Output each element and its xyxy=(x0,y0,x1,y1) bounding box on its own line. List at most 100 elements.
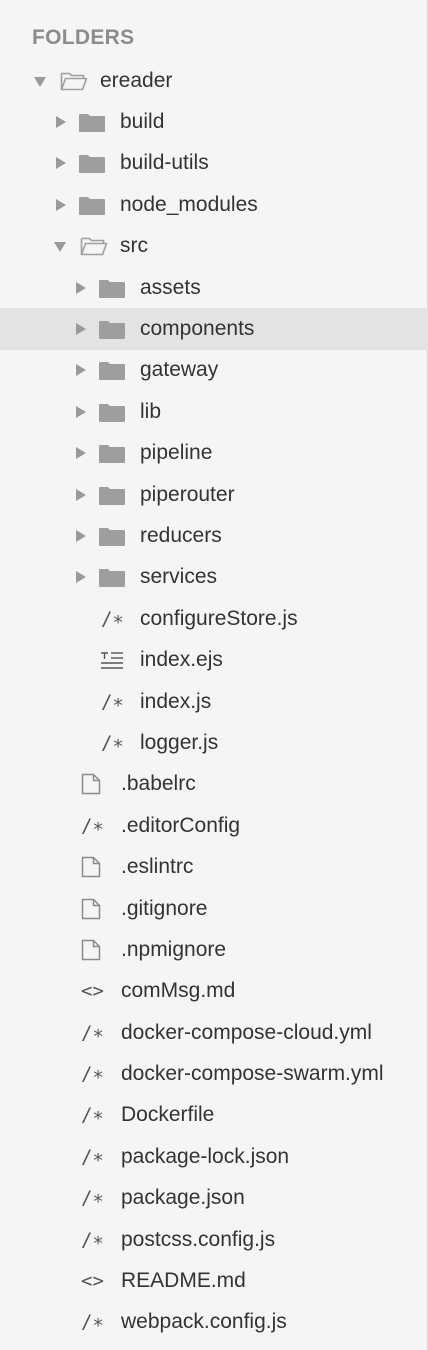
folder-label: piperouter xyxy=(140,482,235,506)
code-comment-icon: /∗ xyxy=(81,1063,104,1086)
folder-row-piperouter[interactable]: piperouter xyxy=(0,474,428,515)
file-row-webpack-config-js[interactable]: /∗ webpack.config.js xyxy=(0,1302,428,1343)
folder-row-pipeline[interactable]: pipeline xyxy=(0,433,428,474)
file-row-logger-js[interactable]: /∗ logger.js xyxy=(0,722,428,763)
disclosure-collapsed-icon[interactable] xyxy=(56,157,66,170)
file-label: .gitignore xyxy=(121,896,208,920)
file-row-package-lock-json[interactable]: /∗ package-lock.json xyxy=(0,1136,428,1177)
file-label: docker-compose-swarm.yml xyxy=(121,1062,384,1086)
file-label: index.js xyxy=(140,689,212,713)
file-row-dockerfile[interactable]: /∗ Dockerfile xyxy=(0,1095,428,1136)
disclosure-collapsed-icon[interactable] xyxy=(76,364,86,377)
file-label: package-lock.json xyxy=(121,1144,290,1168)
folder-row-gateway[interactable]: gateway xyxy=(0,350,428,391)
markup-icon: <> xyxy=(81,1270,104,1293)
file-row-index-js[interactable]: /∗ index.js xyxy=(0,681,428,722)
file-label: .babelrc xyxy=(121,772,196,796)
document-icon xyxy=(80,898,102,920)
folder-label: services xyxy=(140,565,218,589)
file-row-docker-compose-cloud-yml[interactable]: /∗ docker-compose-cloud.yml xyxy=(0,1012,428,1053)
file-row-docker-compose-swarm-yml[interactable]: /∗ docker-compose-swarm.yml xyxy=(0,1053,428,1094)
file-label: index.ejs xyxy=(140,648,223,672)
folder-label: build-utils xyxy=(120,151,209,175)
file-row-eslintrc[interactable]: .eslintrc xyxy=(0,846,428,887)
markup-icon: <> xyxy=(81,980,104,1003)
disclosure-collapsed-icon[interactable] xyxy=(56,116,66,129)
code-comment-icon: /∗ xyxy=(81,814,104,837)
disclosure-collapsed-icon[interactable] xyxy=(76,281,86,294)
folder-row-assets[interactable]: assets xyxy=(0,267,428,308)
folder-row-services[interactable]: services xyxy=(0,557,428,598)
code-comment-icon: /∗ xyxy=(81,1104,104,1127)
folder-row-build-utils[interactable]: build-utils xyxy=(0,143,428,184)
file-row-npmignore[interactable]: .npmignore xyxy=(0,929,428,970)
file-label: comMsg.md xyxy=(121,979,236,1003)
file-row-readme-md[interactable]: <> README.md xyxy=(0,1260,428,1301)
folders-section-title: FOLDERS xyxy=(32,26,135,49)
folder-row-ereader[interactable]: ereader xyxy=(0,60,428,101)
folder-row-node-modules[interactable]: node_modules xyxy=(0,184,428,225)
file-label: Dockerfile xyxy=(121,1103,215,1127)
folder-open-icon xyxy=(60,71,88,92)
folder-row-components[interactable]: components xyxy=(0,308,428,350)
disclosure-collapsed-icon[interactable] xyxy=(76,405,86,418)
file-label: .eslintrc xyxy=(121,855,194,879)
document-icon xyxy=(80,856,102,878)
folder-icon xyxy=(98,443,126,464)
file-row-gitignore[interactable]: .gitignore xyxy=(0,888,428,929)
disclosure-collapsed-icon[interactable] xyxy=(76,447,86,460)
file-label: .editorConfig xyxy=(121,813,241,837)
code-comment-icon: /∗ xyxy=(101,607,124,630)
folder-icon xyxy=(98,485,126,506)
disclosure-expanded-icon[interactable] xyxy=(34,76,46,87)
file-label: package.json xyxy=(121,1186,245,1210)
file-row-commsg-md[interactable]: <> comMsg.md xyxy=(0,971,428,1012)
folder-open-icon xyxy=(80,236,108,257)
disclosure-collapsed-icon[interactable] xyxy=(76,529,86,542)
file-tree-sidebar: FOLDERS ereader build build-utils node_modu… xyxy=(0,0,428,1350)
file-row-postcss-config-js[interactable]: /∗ postcss.config.js xyxy=(0,1219,428,1260)
folder-row-src[interactable]: src xyxy=(0,226,428,267)
document-icon xyxy=(80,939,102,961)
folder-icon xyxy=(98,319,126,340)
folder-label: node_modules xyxy=(120,192,258,216)
folder-row-lib[interactable]: lib xyxy=(0,391,428,432)
code-comment-icon: /∗ xyxy=(81,1145,104,1168)
folder-label: gateway xyxy=(140,358,219,382)
file-row-babelrc[interactable]: .babelrc xyxy=(0,764,428,805)
disclosure-collapsed-icon[interactable] xyxy=(76,323,86,336)
code-comment-icon: /∗ xyxy=(81,1311,104,1334)
file-tree: ereader build build-utils node_modulessrc as… xyxy=(0,60,428,1343)
disclosure-expanded-icon[interactable] xyxy=(54,242,66,253)
file-row-editorconfig[interactable]: /∗ .editorConfig xyxy=(0,805,428,846)
folder-row-reducers[interactable]: reducers xyxy=(0,515,428,556)
file-row-configurestore-js[interactable]: /∗ configureStore.js xyxy=(0,598,428,639)
code-comment-icon: /∗ xyxy=(101,690,124,713)
folder-label: ereader xyxy=(100,68,173,92)
code-comment-icon: /∗ xyxy=(81,1021,104,1044)
file-row-package-json[interactable]: /∗ package.json xyxy=(0,1178,428,1219)
folder-icon xyxy=(98,526,126,547)
folder-icon xyxy=(78,153,106,174)
folder-icon xyxy=(78,112,106,133)
code-comment-icon: /∗ xyxy=(81,1228,104,1251)
folder-row-build[interactable]: build xyxy=(0,101,428,142)
file-label: configureStore.js xyxy=(140,606,298,630)
code-comment-icon: /∗ xyxy=(81,1187,104,1210)
document-icon xyxy=(80,773,102,795)
file-label: logger.js xyxy=(140,730,219,754)
folder-icon xyxy=(98,360,126,381)
file-row-index-ejs[interactable]: index.ejs xyxy=(0,639,428,680)
disclosure-collapsed-icon[interactable] xyxy=(76,488,86,501)
folder-label: pipeline xyxy=(140,441,213,465)
folder-label: components xyxy=(140,317,255,341)
folder-icon xyxy=(78,195,106,216)
folder-label: lib xyxy=(140,399,162,423)
folder-label: assets xyxy=(140,275,201,299)
disclosure-collapsed-icon[interactable] xyxy=(76,571,86,584)
file-label: docker-compose-cloud.yml xyxy=(121,1020,372,1044)
folder-label: src xyxy=(120,234,148,258)
file-label: webpack.config.js xyxy=(121,1310,287,1334)
disclosure-collapsed-icon[interactable] xyxy=(56,198,66,211)
code-comment-icon: /∗ xyxy=(101,731,124,754)
